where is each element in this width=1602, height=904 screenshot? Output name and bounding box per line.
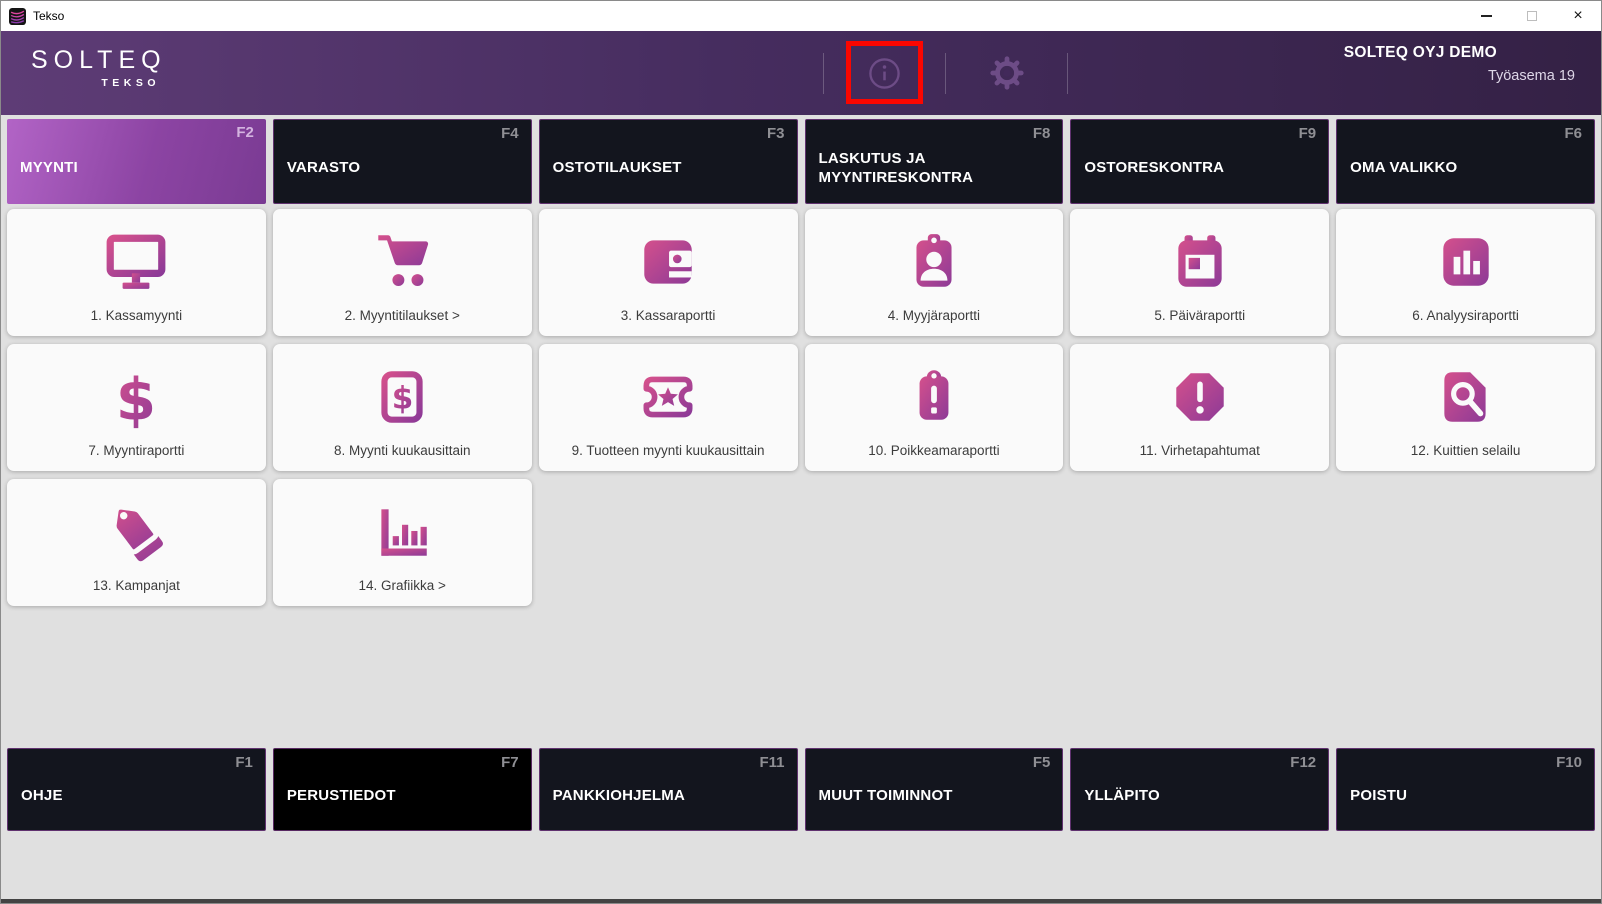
minimize-button[interactable] bbox=[1463, 1, 1509, 31]
tab-myynti[interactable]: F2 MYYNTI bbox=[7, 119, 266, 204]
alert-badge-icon bbox=[919, 369, 949, 420]
tab-ostoreskontra[interactable]: F9 OSTORESKONTRA bbox=[1070, 119, 1330, 204]
workstation-label: Työasema 19 bbox=[1487, 68, 1575, 84]
tile-kuittien-selailu[interactable]: 12. Kuittien selailu bbox=[1336, 344, 1595, 471]
ticket-star-icon bbox=[643, 376, 693, 417]
module-tabs: F2 MYYNTI F4 VARASTO F3 OSTOTILAUKSET F8… bbox=[1, 115, 1601, 204]
dollar-icon: $ bbox=[116, 365, 156, 429]
tab-laskutus-ja-myyntireskontra[interactable]: F8 LASKUTUS JA MYYNTIRESKONTRA bbox=[804, 119, 1064, 204]
taskbar-edge bbox=[1, 899, 1601, 903]
monitor-icon bbox=[107, 234, 166, 289]
tab-oma-valikko[interactable]: F6 OMA VALIKKO bbox=[1336, 119, 1595, 204]
main-content: F2 MYYNTI F4 VARASTO F3 OSTOTILAUKSET F8… bbox=[1, 115, 1601, 903]
tile-analyysiraportti[interactable]: 6. Analyysiraportti bbox=[1336, 209, 1595, 336]
header-icon-group bbox=[823, 31, 1068, 115]
fkey-label: F7 bbox=[501, 754, 519, 771]
header: SOLTEQ TEKSO SOLTEQ OYJ DEMO Työasema 19 bbox=[1, 31, 1601, 115]
header-divider bbox=[1067, 52, 1068, 94]
tile-kassamyynti[interactable]: 1. Kassamyynti bbox=[7, 209, 266, 336]
fkey-label: F2 bbox=[236, 124, 254, 141]
tile-myyjaraportti[interactable]: 4. Myyjäraportti bbox=[804, 209, 1064, 336]
tile-grafiikka[interactable]: 14. Grafiikka > bbox=[272, 479, 532, 606]
fkey-label: F11 bbox=[759, 754, 785, 771]
minimize-icon bbox=[1480, 15, 1492, 17]
fkey-label: F8 bbox=[1032, 125, 1051, 142]
info-icon bbox=[869, 57, 900, 89]
button-pankkiohjelma[interactable]: F11 PANKKIOHJELMA bbox=[538, 748, 798, 831]
fkey-label: F10 bbox=[1556, 754, 1582, 771]
window-title: Tekso bbox=[33, 9, 65, 23]
money-bill-icon: $ bbox=[381, 370, 423, 423]
settings-gear-icon bbox=[989, 56, 1024, 90]
function-buttons: F1 OHJE F7 PERUSTIEDOT F11 PANKKIOHJELMA… bbox=[7, 748, 1595, 831]
fkey-label: F5 bbox=[1032, 754, 1051, 771]
fkey-label: F4 bbox=[501, 125, 519, 142]
tab-varasto[interactable]: F4 VARASTO bbox=[272, 119, 532, 204]
button-yllapito[interactable]: F12 YLLÄPITO bbox=[1070, 748, 1330, 831]
tile-poikkeamaraportti[interactable]: 10. Poikkeamaraportti bbox=[804, 344, 1064, 471]
button-muut-toiminnot[interactable]: F5 MUUT TOIMINNOT bbox=[804, 748, 1064, 831]
close-icon: × bbox=[1573, 7, 1583, 24]
fkey-label: F6 bbox=[1564, 125, 1582, 142]
button-poistu[interactable]: F10 POISTU bbox=[1336, 748, 1595, 831]
info-button[interactable] bbox=[824, 56, 945, 91]
solteq-logo: SOLTEQ TEKSO bbox=[31, 46, 163, 89]
tile-paivaraportti[interactable]: 5. Päiväraportti bbox=[1070, 209, 1330, 336]
calendar-icon bbox=[1178, 234, 1222, 287]
settings-button[interactable] bbox=[946, 54, 1067, 92]
company-name: SOLTEQ OYJ DEMO bbox=[1343, 44, 1497, 61]
tile-virhetapahtumat[interactable]: 11. Virhetapahtumat bbox=[1070, 344, 1330, 471]
id-badge-icon bbox=[916, 233, 952, 287]
tile-myyntitilaukset[interactable]: 2. Myyntitilaukset > bbox=[272, 209, 532, 336]
tile-tuotteen-myynti-kuukausittain[interactable]: 9. Tuotteen myynti kuukausittain bbox=[538, 344, 798, 471]
tile-myynti-kuukausittain[interactable]: $ 8. Myynti kuukausittain bbox=[272, 344, 532, 471]
tile-kampanjat[interactable]: 13. Kampanjat bbox=[7, 479, 266, 606]
tile-myyntiraportti[interactable]: $ 7. Myyntiraportti bbox=[7, 344, 266, 471]
close-button[interactable]: × bbox=[1555, 1, 1601, 31]
svg-text:$: $ bbox=[116, 365, 156, 429]
tags-icon bbox=[102, 499, 167, 564]
svg-text:$: $ bbox=[392, 380, 414, 416]
app-window: Tekso × SOLTEQ TEKSO SOLTEQ OYJ DEMO Työ… bbox=[0, 0, 1602, 904]
graph-axis-icon bbox=[381, 508, 427, 556]
menu-tiles: 1. Kassamyynti 2. Myyntitilaukset > 3. K… bbox=[1, 204, 1601, 606]
maximize-icon bbox=[1527, 11, 1537, 21]
fkey-label: F3 bbox=[766, 125, 785, 142]
logo-sub-text: TEKSO bbox=[101, 77, 160, 89]
wallet-icon bbox=[644, 239, 692, 284]
logo-main-text: SOLTEQ bbox=[31, 46, 167, 74]
button-perustiedot[interactable]: F7 PERUSTIEDOT bbox=[272, 748, 532, 831]
alert-octagon-icon bbox=[1176, 372, 1224, 421]
session-info: SOLTEQ OYJ DEMO Työasema 19 bbox=[1344, 44, 1601, 84]
bar-chart-icon bbox=[1442, 237, 1489, 286]
tab-ostotilaukset[interactable]: F3 OSTOTILAUKSET bbox=[538, 119, 798, 204]
fkey-label: F12 bbox=[1290, 754, 1317, 771]
maximize-button[interactable] bbox=[1509, 1, 1555, 31]
fkey-label: F9 bbox=[1298, 125, 1317, 142]
receipt-search-icon bbox=[1443, 371, 1486, 422]
shopping-cart-icon bbox=[378, 234, 429, 286]
tile-kassaraportti[interactable]: 3. Kassaraportti bbox=[538, 209, 798, 336]
app-logo-icon bbox=[9, 7, 26, 25]
titlebar: Tekso × bbox=[1, 1, 1601, 31]
fkey-label: F1 bbox=[235, 754, 253, 771]
button-ohje[interactable]: F1 OHJE bbox=[7, 748, 266, 831]
